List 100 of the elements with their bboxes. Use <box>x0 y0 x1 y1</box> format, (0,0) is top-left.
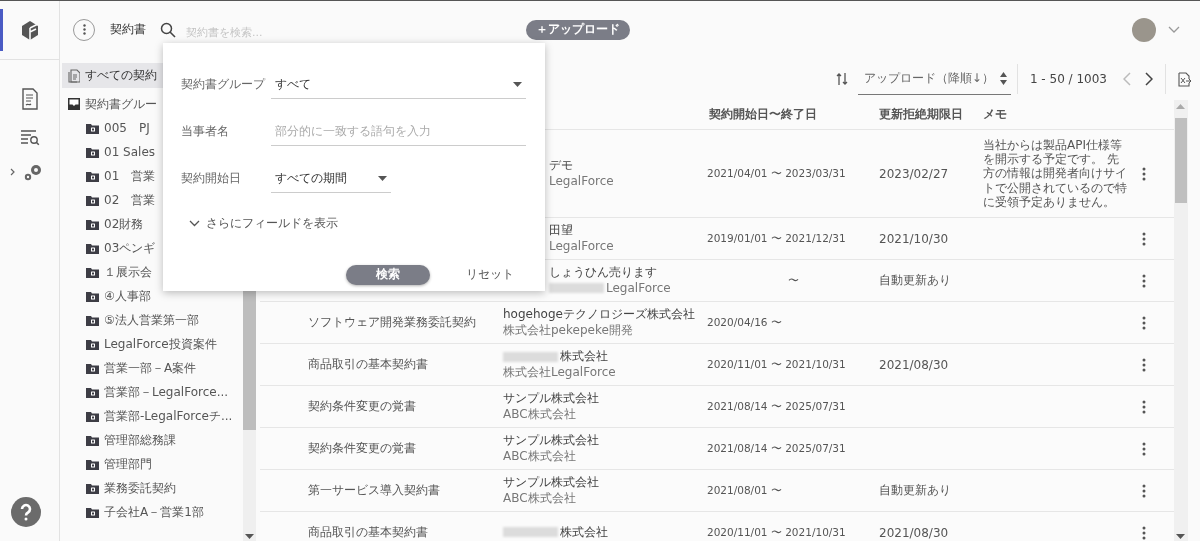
kebab-icon[interactable] <box>1142 399 1146 414</box>
documents-icon <box>68 68 80 83</box>
folder-item[interactable]: 02 営業 <box>62 188 243 212</box>
table-cell: 2021/08/01 〜 <box>707 483 782 496</box>
folder-icon <box>86 170 99 182</box>
chevron-down-icon <box>189 220 200 227</box>
scrollbar-thumb[interactable] <box>1175 118 1187 203</box>
reset-button[interactable]: リセット <box>460 262 520 287</box>
active-indicator <box>0 9 3 51</box>
export-icon[interactable] <box>1178 71 1192 87</box>
question-mark-icon <box>20 503 32 521</box>
dropdown-arrow-icon <box>378 175 387 181</box>
kebab-icon[interactable] <box>1142 441 1146 456</box>
select-field[interactable]: すべて <box>271 70 526 99</box>
kebab-icon[interactable] <box>1142 483 1146 498</box>
party-name: 株式会社LegalForce <box>503 365 616 380</box>
dropdown-arrow-icon <box>513 81 522 87</box>
search-button[interactable]: 検索 <box>346 264 430 285</box>
help-button[interactable] <box>11 497 41 527</box>
kebab-icon[interactable] <box>1142 357 1146 372</box>
folder-icon <box>86 434 99 446</box>
chevron-right-icon[interactable] <box>1145 72 1153 86</box>
folder-icon <box>86 506 99 518</box>
folder-item[interactable]: 01 Sales <box>62 140 243 164</box>
party-name: 株式会社 <box>560 525 608 540</box>
inbox-icon <box>68 98 80 110</box>
party-name: LegalForce <box>549 239 614 254</box>
folder-item[interactable]: ⑤法人営業第一部 <box>62 308 243 332</box>
folder-icon <box>86 386 99 398</box>
chevron-down-icon[interactable] <box>1168 26 1180 33</box>
kebab-icon <box>82 24 86 35</box>
folder-icon <box>86 146 99 158</box>
avatar[interactable] <box>1132 17 1156 42</box>
folder-item[interactable]: 営業一部－A案件 <box>62 356 243 380</box>
sidebar-item[interactable]: 契約書グルー <box>62 92 243 116</box>
folder-item[interactable]: １展示会 <box>62 260 243 284</box>
column-header[interactable]: 契約開始日〜終了日 <box>703 106 879 123</box>
page-title: 契約書 <box>110 21 146 38</box>
scrollbar[interactable] <box>1174 100 1188 541</box>
kebab-icon[interactable] <box>1142 525 1146 540</box>
kebab-icon[interactable] <box>1142 273 1146 288</box>
column-header[interactable]: 更新拒絶期限日 <box>879 106 983 123</box>
folder-item[interactable]: 営業部－LegalForce... <box>62 380 243 404</box>
folder-item[interactable]: 管理部総務課 <box>62 428 243 452</box>
table-cell: ソフトウェア開発業務委託契約 <box>308 315 476 329</box>
folder-item[interactable]: LegalForce投資案件 <box>62 332 243 356</box>
scroll-down-arrow-icon[interactable] <box>245 534 254 539</box>
upload-button[interactable]: ＋アップロード <box>526 19 630 40</box>
folder-icon <box>86 290 99 302</box>
table-cell: 第一サービス導入契約書 <box>308 483 440 497</box>
table-cell: 2021/08/30 <box>879 357 949 372</box>
folder-icon <box>86 338 99 350</box>
show-more-fields-toggle[interactable]: さらにフィールドを表示 <box>189 215 338 232</box>
sort-icon[interactable] <box>835 72 848 86</box>
column-header[interactable]: メモ <box>983 106 1129 123</box>
table-cell: 2020/11/01 〜 2021/10/31 <box>707 357 846 370</box>
sort-arrows-icon <box>999 72 1007 85</box>
table-cell: 商品取引の基本契約書 <box>308 357 428 371</box>
folder-item[interactable]: 03ペンギ <box>62 236 243 260</box>
folder-item[interactable]: 営業部-LegalForceチ... <box>62 404 243 428</box>
table-cell: 2021/08/14 〜 2025/07/31 <box>707 399 846 412</box>
folder-icon <box>86 218 99 230</box>
gears-icon[interactable] <box>23 162 43 182</box>
folder-item[interactable]: 子会社A－営業1部 <box>62 500 243 524</box>
party-name: LegalForce <box>549 174 614 189</box>
party-name: 株式会社 <box>560 349 608 364</box>
scroll-down-arrow-icon[interactable] <box>1176 534 1185 539</box>
sort-select[interactable]: アップロード（降順↓） <box>857 63 1011 95</box>
party-name: 田望 <box>549 223 573 238</box>
folder-item[interactable]: 業務委託契約 <box>62 476 243 500</box>
folder-item[interactable]: ④人事部 <box>62 284 243 308</box>
folder-icon <box>86 314 99 326</box>
table-cell: 2021/04/01 〜 2023/03/31 <box>707 166 846 179</box>
table-cell: 2021/08/14 〜 2025/07/31 <box>707 441 846 454</box>
party-name: 株式会社pekepeke開発 <box>503 323 633 338</box>
field-label: 契約開始日 <box>181 170 242 187</box>
kebab-icon[interactable] <box>1142 315 1146 330</box>
document-icon[interactable] <box>20 88 39 110</box>
folder-icon <box>86 482 99 494</box>
table-cell: 自動更新あり <box>879 273 951 287</box>
folder-icon <box>86 410 99 422</box>
kebab-icon[interactable] <box>1142 231 1146 246</box>
table-cell: 2020/04/16 〜 <box>707 315 782 328</box>
folder-item[interactable]: 管理部門 <box>62 452 243 476</box>
kebab-icon[interactable] <box>1142 166 1146 181</box>
folder-icon <box>86 362 99 374</box>
chevron-right-icon[interactable] <box>10 168 15 176</box>
select-field[interactable]: すべての期間 <box>271 164 391 193</box>
input-field[interactable]: 部分的に一致する語句を入力 <box>271 117 526 146</box>
party-name: しょうひん売ります <box>549 265 657 280</box>
table-cell: 商品取引の基本契約書 <box>308 525 428 539</box>
search-icon[interactable] <box>160 21 176 38</box>
table-cell: 〜 <box>787 273 799 286</box>
table-cell: 2021/10/30 <box>879 231 949 246</box>
table-cell: 2023/02/27 <box>879 166 949 181</box>
table-cell: 2020/11/01 〜 2021/10/31 <box>707 525 846 538</box>
party-name: ABC株式会社 <box>503 449 576 464</box>
party-name: デモ <box>549 158 573 173</box>
folder-icon <box>86 266 99 278</box>
list-search-icon[interactable] <box>19 128 40 146</box>
